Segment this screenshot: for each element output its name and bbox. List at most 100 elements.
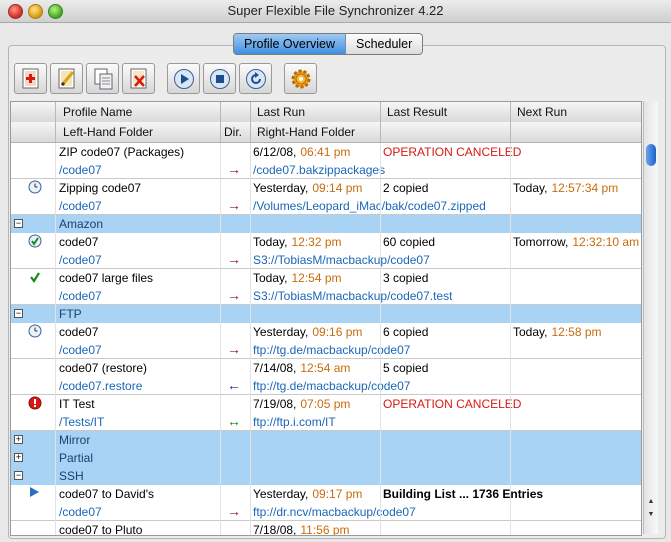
table-row[interactable]: code07 large files Today, 12:54 pm 3 copied — [11, 269, 641, 287]
table-row[interactable]: code07 (restore) 7/14/08, 12:54 am 5 copied — [11, 359, 641, 377]
stop-button[interactable] — [203, 63, 236, 94]
run-button[interactable] — [167, 63, 200, 94]
next-run — [513, 361, 517, 375]
last-result: OPERATION CANCELED — [383, 145, 522, 159]
direction-arrow-icon: → — [227, 197, 241, 213]
col-left-folder[interactable]: Left-Hand Folder — [63, 125, 153, 139]
collapse-icon[interactable]: − — [14, 219, 23, 228]
left-folder: /code07 — [59, 289, 102, 303]
scroll-down-arrow[interactable]: ▼ — [644, 511, 658, 523]
scroll-up-arrow[interactable]: ▲ — [644, 498, 658, 510]
last-run: Today, 12:32 pm — [253, 235, 342, 249]
profile-name: ZIP code07 (Packages) — [59, 145, 185, 159]
next-run-date: Today, — [513, 181, 548, 195]
table-row-folders[interactable]: /Tests/IT ↔ ftp://ftp.i.com/IT — [11, 413, 641, 431]
next-run — [513, 487, 517, 501]
last-run-date: 7/18/08, — [253, 523, 297, 536]
table-row-folders[interactable]: /code07 → S3://TobiasM/macbackup/code07.te… — [11, 287, 641, 305]
last-run-time: 12:54 am — [300, 361, 351, 375]
col-next-run[interactable]: Next Run — [517, 105, 567, 119]
last-run-date: Yesterday, — [253, 487, 309, 501]
expand-icon[interactable]: + — [14, 453, 23, 462]
last-run: Yesterday, 09:14 pm — [253, 181, 362, 195]
table-row[interactable]: Zipping code07 Yesterday, 09:14 pm 2 copied… — [11, 179, 641, 197]
table-row[interactable]: IT Test 7/19/08, 07:05 pm OPERATION CANCELE… — [11, 395, 641, 413]
copy-profile-button[interactable] — [86, 63, 119, 94]
table-row[interactable]: code07 Yesterday, 09:16 pm 6 copied Today, 12… — [11, 323, 641, 341]
table-row[interactable]: ZIP code07 (Packages) 6/12/08, 06:41 pm OPE… — [11, 143, 641, 161]
table-row-folders[interactable]: /code07 → /Volumes/Leopard_iMac/bak/code07… — [11, 197, 641, 215]
table-row-folders[interactable]: /code07 → ftp://tg.de/macbackup/code07 — [11, 341, 641, 359]
direction-arrow-icon: → — [227, 161, 241, 177]
window-title: Super Flexible File Synchronizer 4.22 — [227, 3, 444, 18]
edit-profile-button[interactable] — [50, 63, 83, 94]
group-row-ssh[interactable]: − SSH — [11, 467, 641, 485]
vertical-scrollbar[interactable]: ▲ ▼ — [643, 101, 658, 534]
direction-arrow-icon: ← — [227, 377, 241, 393]
last-run: 6/12/08, 06:41 pm — [253, 145, 350, 159]
col-last-run[interactable]: Last Run — [257, 105, 305, 119]
group-label: Amazon — [59, 217, 104, 231]
next-run — [513, 271, 517, 285]
tab-profile-overview[interactable]: Profile Overview — [234, 34, 346, 54]
next-run-date: Today, — [513, 325, 548, 339]
scrollbar-thumb[interactable] — [646, 144, 656, 166]
col-divider — [250, 102, 251, 142]
left-folder: /Tests/IT — [59, 415, 105, 429]
col-divider — [220, 143, 221, 535]
table-row[interactable]: code07 to Pluto 7/18/08, 11:56 pm — [11, 521, 641, 536]
table-row[interactable]: code07 Today, 12:32 pm 60 copied Tomorrow, 12… — [11, 233, 641, 251]
table-row[interactable]: code07 to David's Yesterday, 09:17 pm Build… — [11, 485, 641, 503]
profile-name: code07 large files — [59, 271, 154, 285]
last-run: Yesterday, 09:16 pm — [253, 325, 362, 339]
toolbar — [14, 63, 317, 95]
table-row-folders[interactable]: /code07.restore ← ftp://tg.de/macbackup/co… — [11, 377, 641, 395]
last-run-time: 12:32 pm — [291, 235, 342, 249]
right-folder: ftp://tg.de/macbackup/code07 — [253, 343, 411, 357]
new-profile-button[interactable] — [14, 63, 47, 94]
last-result: OPERATION CANCELED — [383, 397, 522, 411]
group-row-amazon[interactable]: − Amazon — [11, 215, 641, 233]
settings-button[interactable] — [284, 63, 317, 94]
col-divider — [510, 102, 511, 142]
group-row-mirror[interactable]: + Mirror — [11, 431, 641, 449]
collapse-icon[interactable]: − — [14, 471, 23, 480]
check-circle-icon — [28, 234, 42, 251]
table-row-folders[interactable]: /code07 → ftp://dr.ncv/macbackup/code07 — [11, 503, 641, 521]
last-run: 7/19/08, 07:05 pm — [253, 397, 350, 411]
table-row-folders[interactable]: /code07 → /code07.bakzippackages — [11, 161, 641, 179]
col-dir[interactable]: Dir. — [224, 125, 242, 139]
toolbar-separator — [275, 63, 281, 95]
last-run-time: 09:17 pm — [312, 487, 363, 501]
stop-icon — [209, 68, 230, 89]
profile-name: code07 — [59, 325, 99, 339]
col-right-folder[interactable]: Right-Hand Folder — [257, 125, 355, 139]
grid-header-row-2: Left-Hand Folder Dir. Right-Hand Folder — [11, 122, 641, 143]
title-bar: Super Flexible File Synchronizer 4.22 — [0, 0, 671, 23]
tab-scheduler[interactable]: Scheduler — [346, 34, 422, 54]
refresh-button[interactable] — [239, 63, 272, 94]
col-divider — [55, 143, 56, 535]
last-result: 6 copied — [383, 325, 429, 339]
last-run: Yesterday, 09:17 pm — [253, 487, 362, 501]
last-run-date: Today, — [253, 235, 288, 249]
table-row-folders[interactable]: /code07 → S3://TobiasM/macbackup/code07 — [11, 251, 641, 269]
edit-profile-icon — [58, 68, 74, 88]
expand-icon[interactable]: + — [14, 435, 23, 444]
grid-header-row-1: Profile Name Last Run Last Result Next R… — [11, 102, 641, 123]
delete-profile-button[interactable] — [122, 63, 155, 94]
group-row-partial[interactable]: + Partial — [11, 449, 641, 467]
profile-name: code07 to Pluto — [59, 523, 143, 536]
group-row-ftp[interactable]: − FTP — [11, 305, 641, 323]
collapse-icon[interactable]: − — [14, 309, 23, 318]
col-profile-name[interactable]: Profile Name — [63, 105, 132, 119]
left-folder: /code07 — [59, 343, 102, 357]
next-run — [513, 523, 517, 535]
profile-grid: Profile Name Last Run Last Result Next R… — [10, 101, 642, 536]
left-folder: /code07 — [59, 163, 102, 177]
col-last-result[interactable]: Last Result — [387, 105, 447, 119]
delete-profile-icon — [130, 68, 146, 88]
last-run-date: 6/12/08, — [253, 145, 297, 159]
profile-name: IT Test — [59, 397, 95, 411]
profile-name: code07 — [59, 235, 99, 249]
